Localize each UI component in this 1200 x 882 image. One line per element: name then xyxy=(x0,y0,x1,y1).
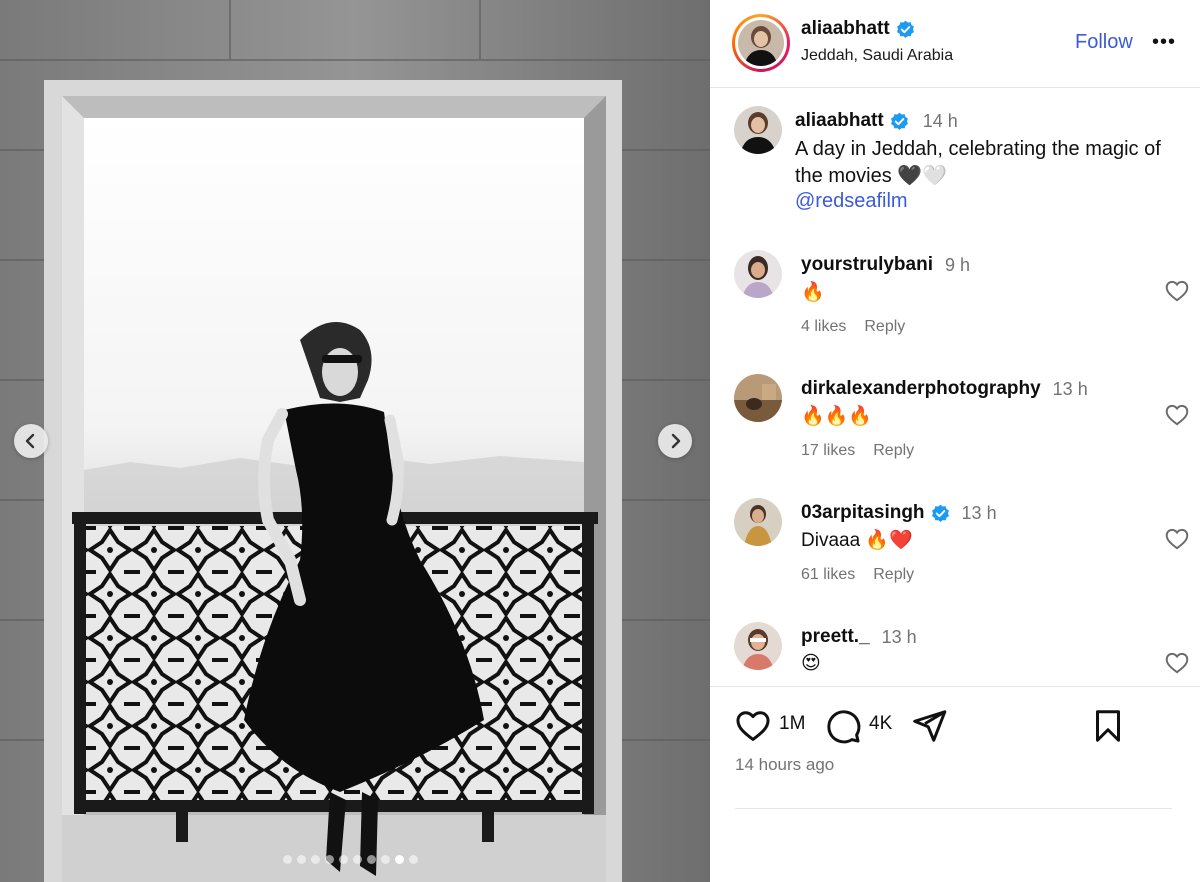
carousel-dot xyxy=(311,855,320,864)
post-details-panel: aliaabhatt Jeddah, Saudi Arabia Follow •… xyxy=(710,0,1200,882)
author-username-text[interactable]: aliaabhatt xyxy=(801,18,890,40)
comment-username[interactable]: preett._ xyxy=(801,626,870,648)
divider xyxy=(735,808,1172,809)
heart-icon[interactable] xyxy=(734,707,772,745)
carousel-dot xyxy=(339,855,348,864)
comment-like-heart-icon[interactable] xyxy=(1164,526,1190,552)
share-icon[interactable] xyxy=(910,707,948,745)
comment-header: preett._ 13 h xyxy=(801,626,917,648)
reply-button[interactable]: Reply xyxy=(864,318,905,336)
comment-username[interactable]: 03arpitasingh xyxy=(801,502,925,524)
carousel-prev-button[interactable] xyxy=(14,424,48,458)
reply-button[interactable]: Reply xyxy=(873,442,914,460)
verified-badge-icon xyxy=(931,504,949,522)
comment-time: 13 h xyxy=(1052,378,1088,399)
comment-like-heart-icon[interactable] xyxy=(1164,402,1190,428)
carousel-dot xyxy=(367,855,376,864)
comment-meta: 4 likes Reply xyxy=(801,318,905,336)
verified-badge-icon xyxy=(890,112,908,130)
carousel-dot xyxy=(381,855,390,864)
carousel-dot xyxy=(409,855,418,864)
photo-scene xyxy=(0,0,710,882)
caption-header: aliaabhatt 14 h xyxy=(795,110,958,132)
comment-meta: 17 likes Reply xyxy=(801,442,914,460)
comment-username[interactable]: dirkalexanderphotography xyxy=(801,378,1041,400)
commenter-avatar[interactable] xyxy=(734,622,782,670)
comment-header: yourstrulybani 9 h xyxy=(801,254,970,276)
post-header: aliaabhatt Jeddah, Saudi Arabia Follow •… xyxy=(710,0,1200,88)
comment-text: 😍 xyxy=(801,653,821,674)
bookmark-icon[interactable] xyxy=(1090,707,1126,745)
carousel-dot xyxy=(297,855,306,864)
comment-text: 🔥 xyxy=(801,282,825,303)
caption-time: 14 h xyxy=(922,110,958,131)
comment-header: 03arpitasingh 13 h xyxy=(801,502,997,524)
comment-header: dirkalexanderphotography 13 h xyxy=(801,378,1088,400)
comment-item: yourstrulybani 9 h 🔥 4 likes Reply xyxy=(734,250,1190,360)
comment-username[interactable]: yourstrulybani xyxy=(801,254,933,276)
reply-button[interactable]: Reply xyxy=(873,566,914,584)
comment-time: 13 h xyxy=(961,502,997,523)
comment-time: 9 h xyxy=(944,254,971,275)
action-bar: 1M 4K 14 hours ago xyxy=(710,686,1200,810)
carousel-dot xyxy=(283,855,292,864)
comment-likes[interactable]: 61 likes xyxy=(801,566,855,584)
comment-item: 03arpitasingh 13 h Divaaa 🔥❤️ 61 likes R… xyxy=(734,498,1190,608)
carousel-dot xyxy=(353,855,362,864)
mention-link[interactable]: @redseafilm xyxy=(795,190,908,213)
comment-count[interactable]: 4K xyxy=(869,713,892,735)
story-ring[interactable] xyxy=(732,14,790,72)
author-username[interactable]: aliaabhatt xyxy=(801,18,915,40)
comment-like-heart-icon[interactable] xyxy=(1164,650,1190,676)
carousel-next-button[interactable] xyxy=(658,424,692,458)
caption-text: A day in Jeddah, celebrating the magic o… xyxy=(795,138,1161,187)
post-location[interactable]: Jeddah, Saudi Arabia xyxy=(801,47,953,65)
chevron-left-icon xyxy=(25,433,35,449)
comment-text: 🔥🔥🔥 xyxy=(801,406,872,427)
carousel-dot xyxy=(395,855,404,864)
like-count[interactable]: 1M xyxy=(779,713,805,735)
post-image xyxy=(0,0,710,882)
avatar xyxy=(738,20,784,66)
chevron-right-icon xyxy=(671,433,681,449)
posted-time[interactable]: 14 hours ago xyxy=(735,755,834,775)
caption-username[interactable]: aliaabhatt xyxy=(795,110,884,132)
comment-item: preett._ 13 h 😍 xyxy=(734,622,1190,684)
comment-time: 13 h xyxy=(881,626,917,647)
more-options-button[interactable]: ••• xyxy=(1152,32,1176,52)
comment-likes[interactable]: 4 likes xyxy=(801,318,846,336)
verified-badge-icon xyxy=(896,20,914,38)
comment-text: Divaaa 🔥❤️ xyxy=(801,530,913,551)
comment-likes[interactable]: 17 likes xyxy=(801,442,855,460)
commenter-avatar[interactable] xyxy=(734,498,782,546)
follow-button[interactable]: Follow xyxy=(1075,31,1133,54)
comment-like-heart-icon[interactable] xyxy=(1164,278,1190,304)
comment-meta: 61 likes Reply xyxy=(801,566,914,584)
caption-avatar[interactable] xyxy=(734,106,782,154)
commenter-avatar[interactable] xyxy=(734,250,782,298)
carousel-dot xyxy=(325,855,334,864)
commenter-avatar[interactable] xyxy=(734,374,782,422)
comment-icon[interactable] xyxy=(824,707,862,745)
comment-item: dirkalexanderphotography 13 h 🔥🔥🔥 17 lik… xyxy=(734,374,1190,484)
carousel-dots xyxy=(283,855,418,864)
